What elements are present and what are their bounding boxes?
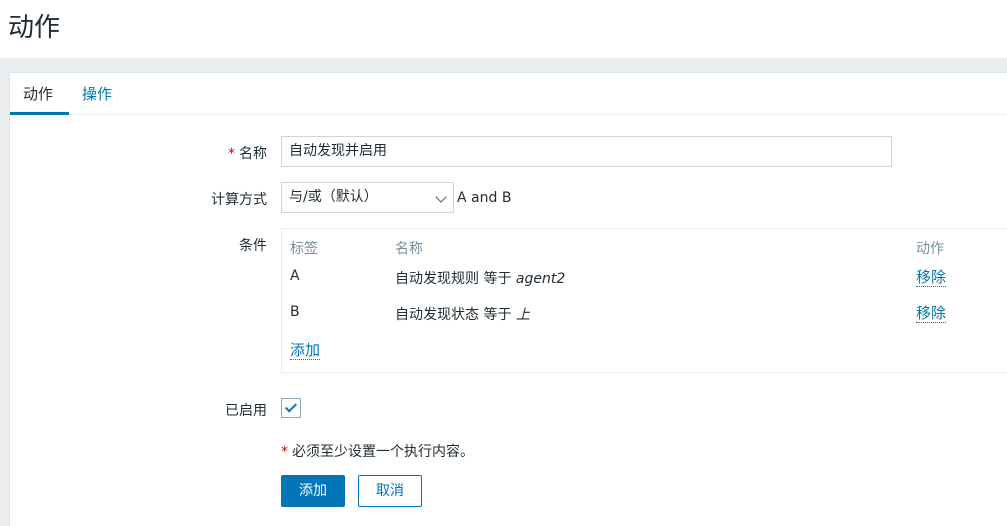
required-note: * 必须至少设置一个执行内容。 [281, 444, 474, 460]
tab-operations[interactable]: 操作 [69, 73, 125, 115]
add-condition-link[interactable]: 添加 [290, 341, 321, 360]
col-header-tag: 标签 [290, 241, 318, 257]
calc-formula: A and B [457, 190, 512, 206]
chevron-down-icon [435, 191, 447, 203]
conditions-label: 条件 [239, 238, 267, 254]
enabled-checkbox[interactable] [281, 398, 301, 418]
calc-label: 计算方式 [211, 192, 267, 208]
col-header-action: 动作 [916, 241, 944, 257]
condition-name: 自动发现状态 等于 上 [395, 307, 530, 323]
form-panel: 动作 操作 * 名称 自动发现并启用 计算方式 与/或（默认） A and B 条… [9, 72, 1007, 526]
calc-select[interactable]: 与/或（默认） [281, 182, 454, 213]
page-header: 动作 [0, 0, 1007, 58]
conditions-table: 标签 名称 动作 A 自动发现规则 等于 agent2 移除 B 自动发现状态 … [281, 228, 1007, 373]
required-mark: * [228, 146, 235, 162]
calc-select-value: 与/或（默认） [289, 189, 378, 205]
page-title: 动作 [8, 13, 61, 43]
required-mark: * [281, 444, 288, 460]
tab-bar: 动作 操作 [10, 73, 1007, 115]
name-input[interactable]: 自动发现并启用 [281, 136, 892, 167]
add-button[interactable]: 添加 [281, 475, 345, 507]
condition-tag: B [290, 304, 300, 320]
checkmark-icon [284, 400, 298, 413]
tab-action[interactable]: 动作 [10, 73, 69, 115]
condition-name: 自动发现规则 等于 agent2 [395, 271, 566, 287]
remove-condition-link[interactable]: 移除 [916, 304, 947, 323]
enabled-label: 已启用 [225, 403, 267, 419]
condition-tag: A [290, 268, 300, 284]
cancel-button[interactable]: 取消 [358, 475, 422, 507]
name-label: * 名称 [228, 146, 267, 162]
col-header-name: 名称 [395, 241, 423, 257]
remove-condition-link[interactable]: 移除 [916, 268, 947, 287]
